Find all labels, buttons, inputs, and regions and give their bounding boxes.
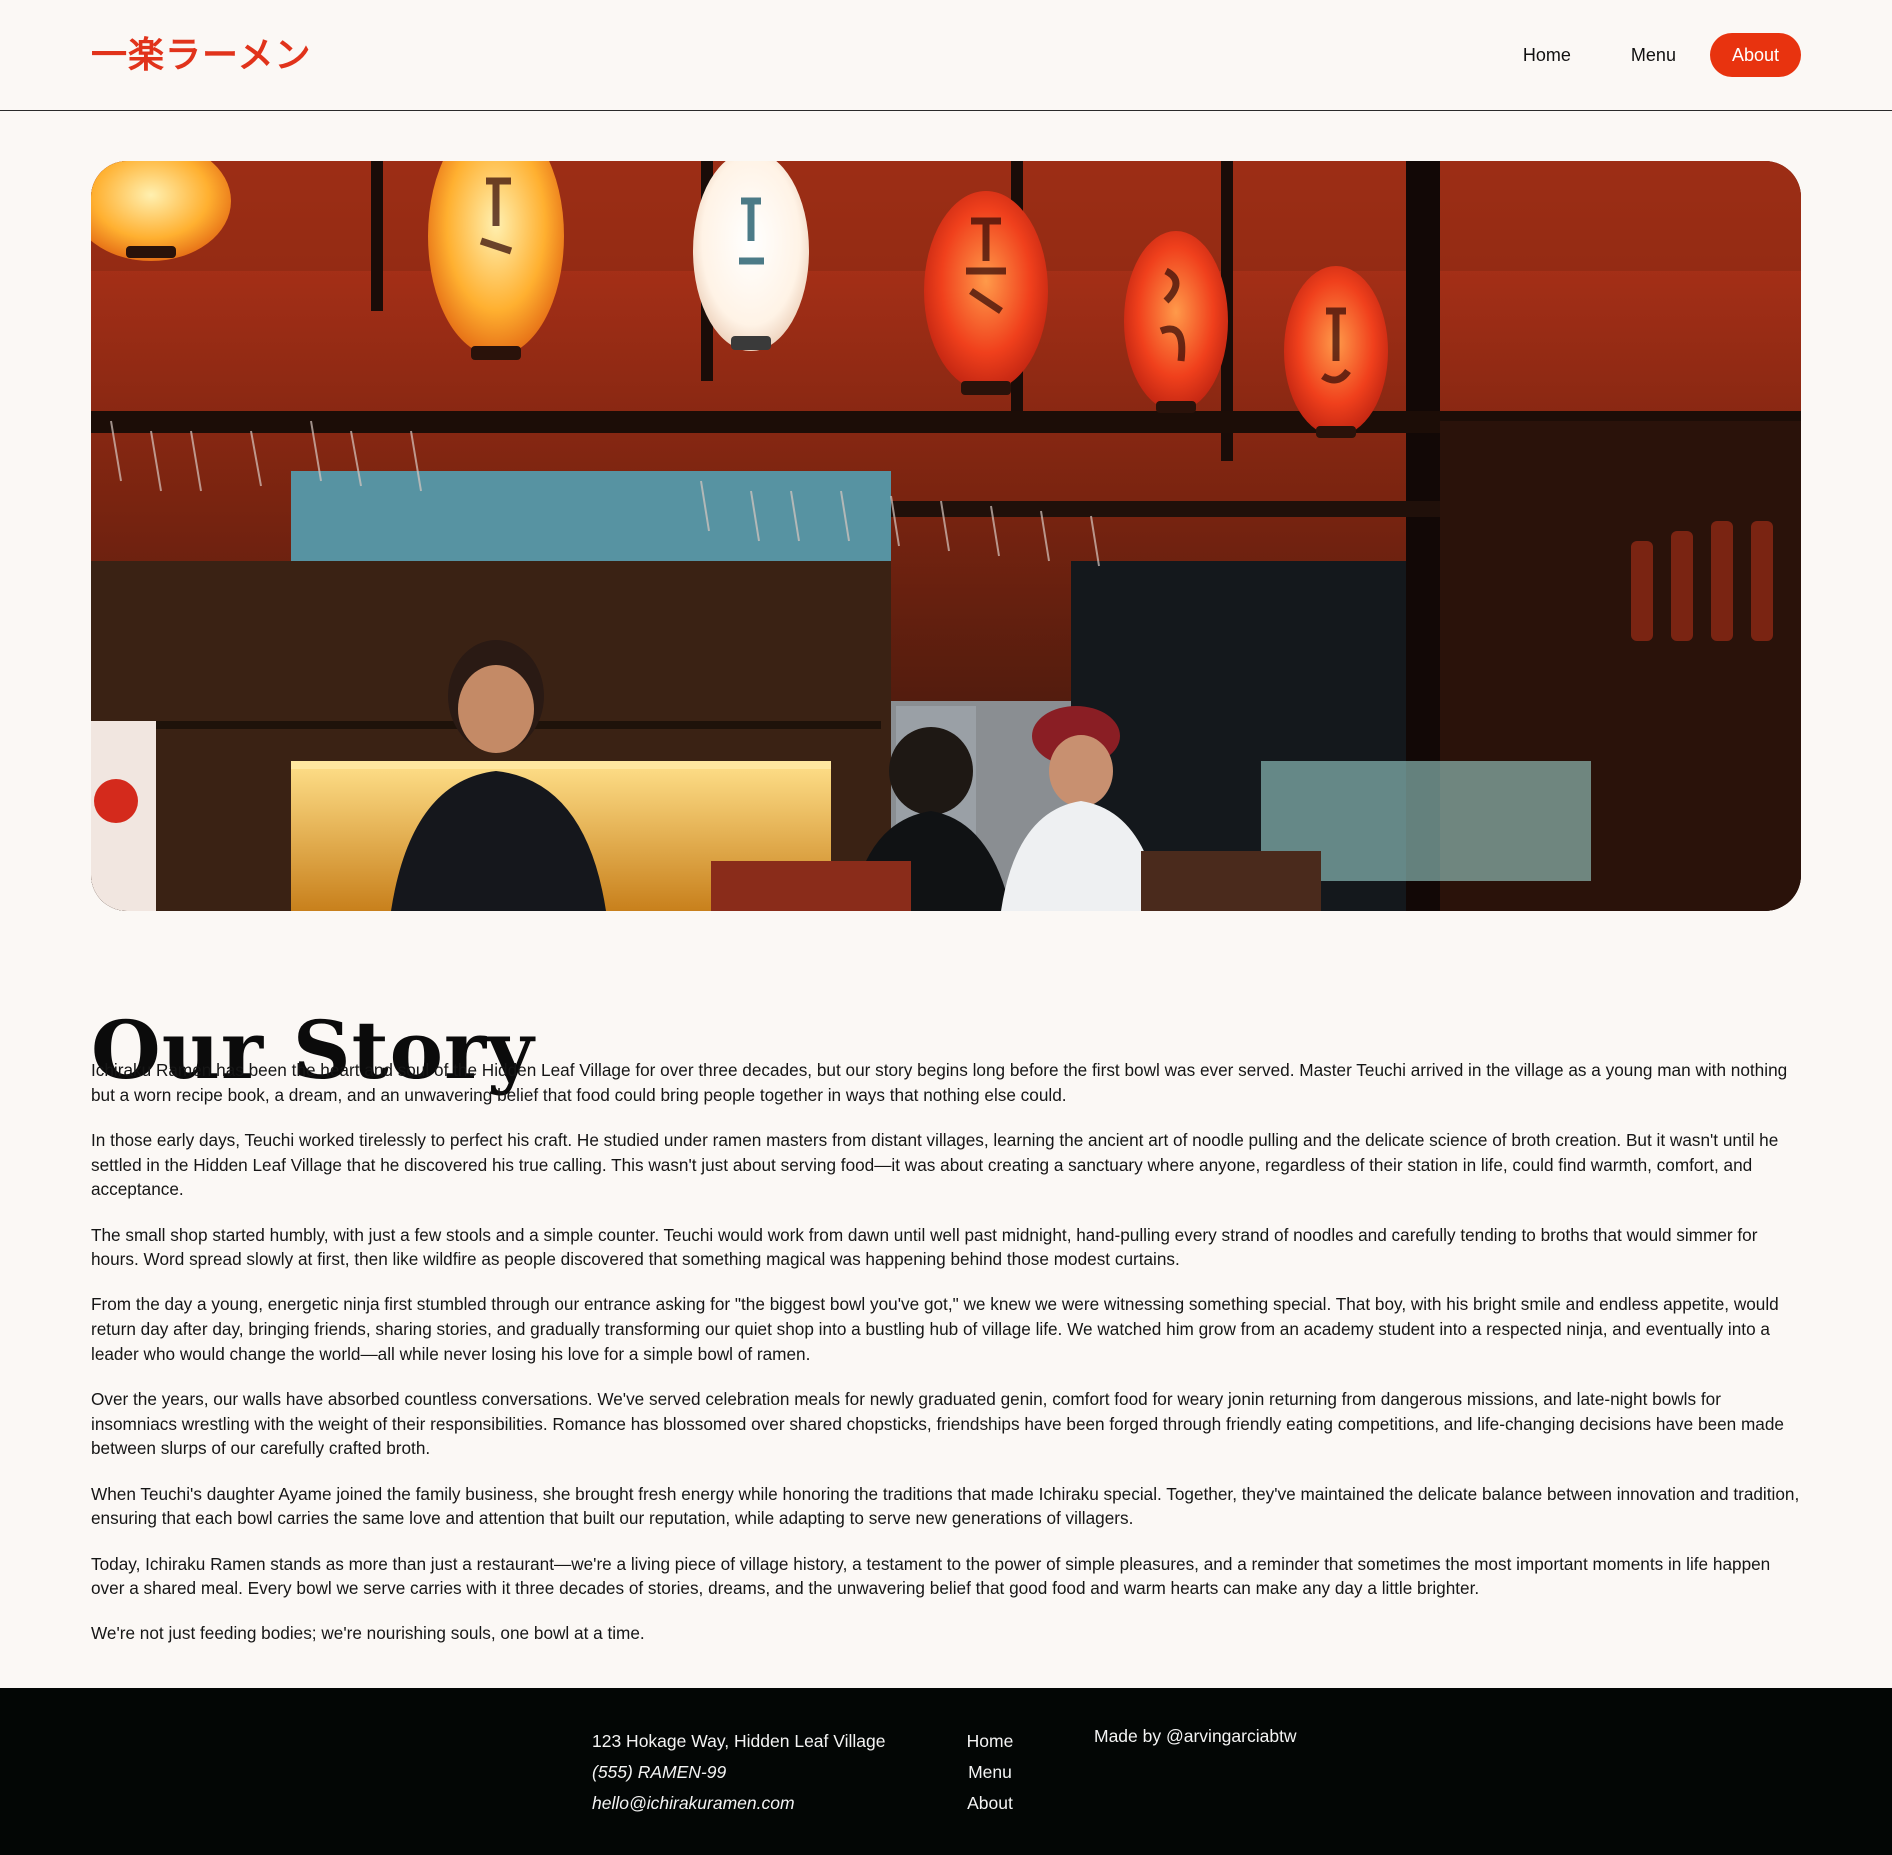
main-nav: Home Menu About xyxy=(1493,33,1801,77)
story-paragraph: The small shop started humbly, with just… xyxy=(91,1224,1758,1270)
footer-phone[interactable]: (555) RAMEN-99 xyxy=(592,1757,885,1788)
contact-info: 123 Hokage Way, Hidden Leaf Village (555… xyxy=(592,1726,885,1819)
footer-email[interactable]: hello@ichirakuramen.com xyxy=(592,1788,885,1819)
nav-menu-link[interactable]: Menu xyxy=(1601,33,1706,77)
site-header: 一楽ラーメン Home Menu About xyxy=(0,0,1892,111)
story-paragraph: Over the years, our walls have absorbed … xyxy=(91,1389,1784,1459)
footer-home-link[interactable]: Home xyxy=(960,1726,1020,1757)
site-logo[interactable]: 一楽ラーメン xyxy=(91,34,312,78)
story-paragraph: Today, Ichiraku Ramen stands as more tha… xyxy=(91,1553,1771,1599)
footer-nav: Home Menu About xyxy=(960,1726,1020,1819)
nav-home-link[interactable]: Home xyxy=(1493,33,1601,77)
hero-image xyxy=(91,161,1801,911)
footer-credit[interactable]: Made by @arvingarciabtw xyxy=(1094,1726,1297,1747)
nav-about-link[interactable]: About xyxy=(1709,33,1801,77)
footer-address: 123 Hokage Way, Hidden Leaf Village xyxy=(592,1731,886,1751)
footer-menu-link[interactable]: Menu xyxy=(960,1757,1020,1788)
site-footer: 123 Hokage Way, Hidden Leaf Village (555… xyxy=(0,1688,1892,1855)
story-paragraph: Ichiraku Ramen has been the heart and so… xyxy=(91,1060,1788,1105)
story-section: Ichiraku Ramen has been the heart and so… xyxy=(91,1058,1803,1667)
footer-about-link[interactable]: About xyxy=(960,1788,1020,1819)
story-paragraph: From the day a young, energetic ninja fi… xyxy=(91,1294,1779,1364)
story-paragraph: We're not just feeding bodies; we're nou… xyxy=(91,1623,645,1644)
story-paragraph: When Teuchi's daughter Ayame joined the … xyxy=(91,1483,1800,1529)
ramen-shop-interior-photo xyxy=(91,161,1801,911)
story-paragraph: In those early days, Teuchi worked tirel… xyxy=(91,1129,1779,1200)
